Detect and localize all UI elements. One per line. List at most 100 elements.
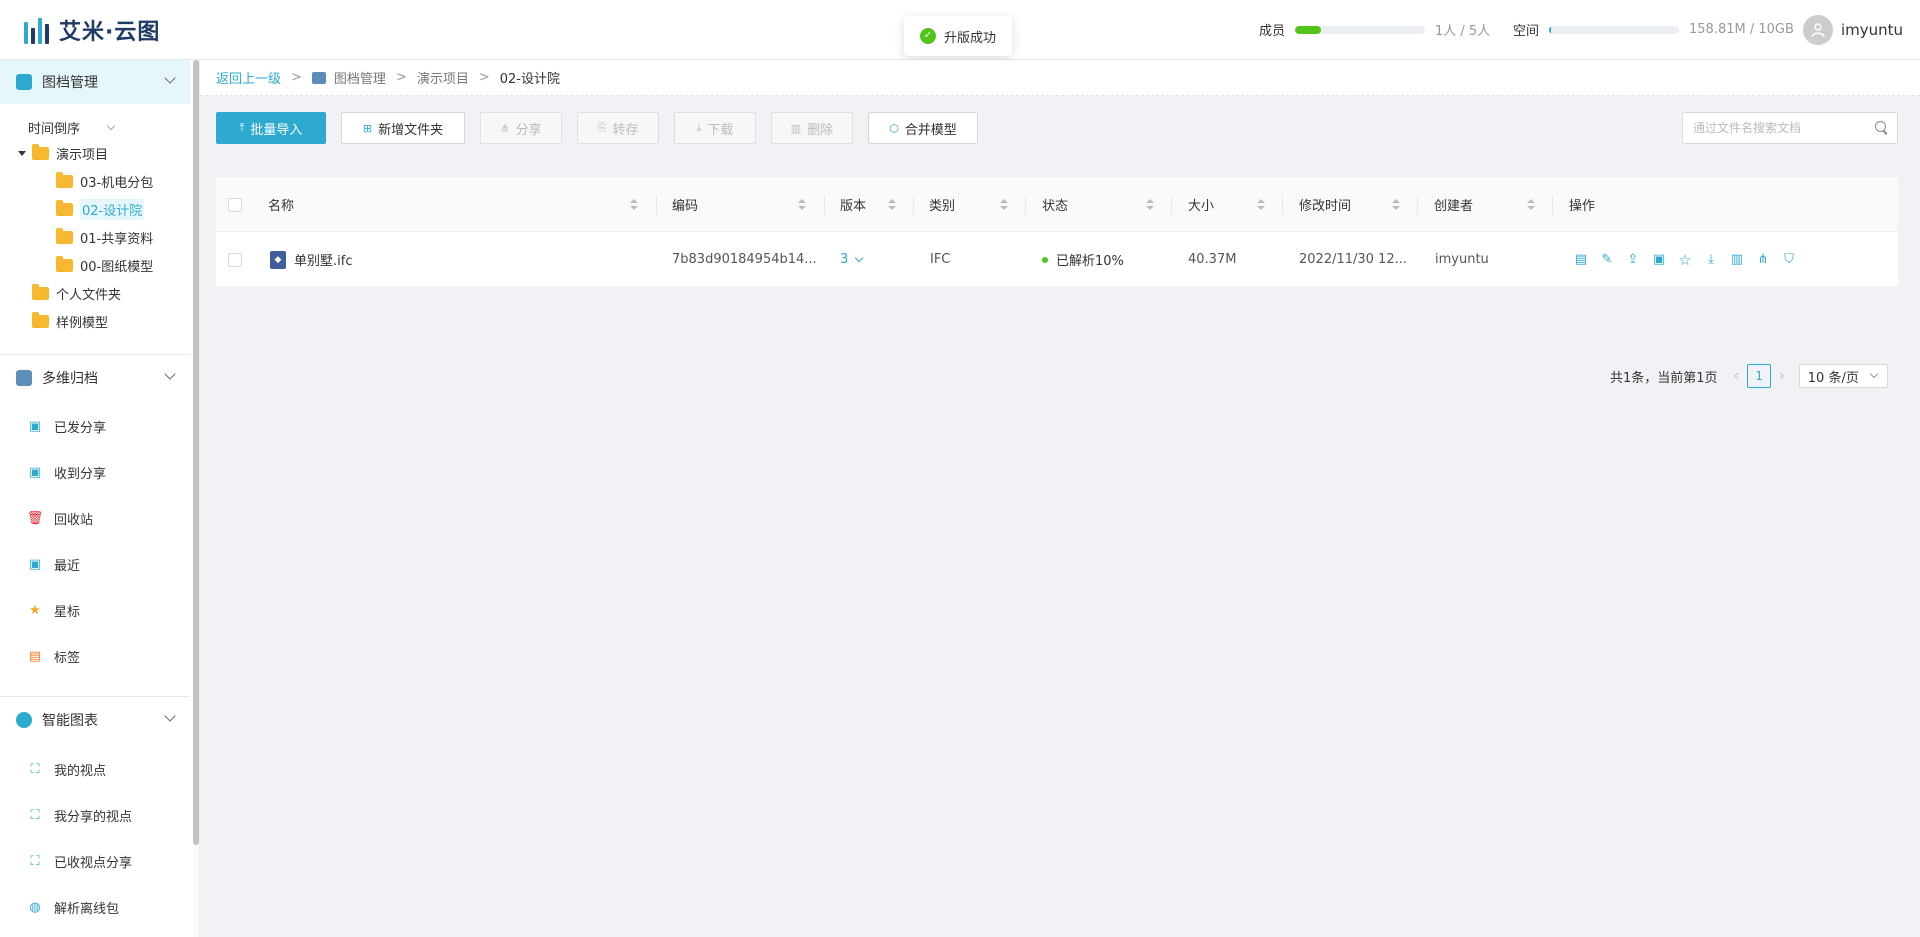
download-button[interactable]: ⤓ 下载: [674, 112, 756, 144]
new-folder-button[interactable]: ⊞ 新增文件夹: [341, 112, 465, 144]
section-label: 智能图表: [42, 713, 98, 729]
cell-code: 7b83d90184954b14...: [672, 252, 817, 267]
nav-item-sent-shares[interactable]: ▣ 已发分享: [28, 414, 106, 438]
tree-item-design-institute[interactable]: 02-设计院: [56, 198, 145, 220]
breadcrumb-item[interactable]: 图档管理: [334, 68, 386, 87]
column-header-name[interactable]: 名称: [268, 177, 294, 232]
tree-item-drawing-models[interactable]: 00-图纸模型: [56, 254, 153, 276]
sidebar-scrollbar-thumb[interactable]: [193, 60, 199, 845]
tree-item-personal-folder[interactable]: 个人文件夹: [32, 282, 121, 304]
file-name[interactable]: 单别墅.ifc: [294, 250, 352, 269]
app-logo[interactable]: 艾米·云图: [24, 14, 160, 46]
nav-item-recent[interactable]: ▣ 最近: [28, 552, 80, 576]
nav-item-shared-viewpoints[interactable]: ⛶ 我分享的视点: [28, 803, 132, 827]
sort-icon[interactable]: [1146, 199, 1154, 211]
nav-item-offline-package[interactable]: ◍ 解析离线包: [28, 895, 119, 919]
row-checkbox-cell[interactable]: [228, 232, 242, 287]
next-page-icon[interactable]: ›: [1779, 368, 1785, 384]
chevron-down-icon: [164, 710, 176, 722]
cell-version[interactable]: 3: [840, 232, 864, 287]
status-dot: [1042, 256, 1048, 263]
viewpoint-icon: ⛶: [30, 761, 40, 777]
delete-icon[interactable]: ▥: [1729, 252, 1745, 268]
shield-icon[interactable]: ⛉: [1781, 252, 1797, 268]
select-all-checkbox-cell[interactable]: [228, 177, 242, 232]
space-usage: 空间 158.81M / 10GB: [1513, 20, 1794, 39]
column-header-size[interactable]: 大小: [1188, 177, 1214, 232]
sort-icon[interactable]: [1392, 199, 1400, 211]
column-header-modified[interactable]: 修改时间: [1299, 177, 1351, 232]
section-archive-management[interactable]: 图档管理: [0, 60, 190, 104]
breadcrumb-item[interactable]: 演示项目: [417, 68, 469, 87]
nav-item-received-shares[interactable]: ▣ 收到分享: [28, 460, 106, 484]
nav-item-received-viewpoints[interactable]: ⛶ 已收视点分享: [28, 849, 132, 873]
details-icon[interactable]: ▤: [1573, 252, 1589, 268]
edit-icon[interactable]: ✎: [1599, 252, 1615, 268]
tree-item-mep-subcontract[interactable]: 03-机电分包: [56, 170, 153, 192]
section-multi-archive[interactable]: 多维归档: [0, 356, 190, 400]
tree-item-demo-project[interactable]: 演示项目: [18, 142, 108, 164]
save-as-icon[interactable]: ▣: [1651, 252, 1667, 268]
sort-icon[interactable]: [1527, 199, 1535, 211]
back-link[interactable]: 返回上一级: [216, 68, 281, 87]
column-header-creator[interactable]: 创建者: [1434, 177, 1473, 232]
archive-icon: [311, 71, 326, 84]
breadcrumb-separator: >: [478, 70, 490, 85]
nav-item-recycle-bin[interactable]: 🗑 回收站: [26, 506, 93, 530]
search-input[interactable]: [1693, 121, 1875, 135]
page-number-current[interactable]: 1: [1747, 364, 1772, 388]
space-progress-bar: [1549, 25, 1680, 34]
download-icon[interactable]: ⤓: [1703, 252, 1719, 268]
section-smart-charts[interactable]: 智能图表: [0, 698, 190, 742]
column-header-code[interactable]: 编码: [672, 177, 698, 232]
caret-down-icon[interactable]: [18, 150, 26, 156]
sort-icon[interactable]: [1257, 199, 1265, 211]
share-icon[interactable]: ⋔: [1755, 252, 1771, 268]
prev-page-icon[interactable]: ‹: [1734, 368, 1740, 384]
search-icon[interactable]: [1875, 121, 1889, 135]
delete-button[interactable]: ▥ 删除: [771, 112, 853, 144]
trash-icon: 🗑: [26, 510, 44, 526]
table-row[interactable]: ◆ 单别墅.ifc 7b83d90184954b14... 3 IFC 已解析1…: [216, 232, 1898, 287]
logo-icon: [24, 16, 49, 44]
column-header-status[interactable]: 状态: [1042, 177, 1068, 232]
batch-import-button[interactable]: ⤒ 批量导入: [216, 112, 326, 144]
sort-icon[interactable]: [798, 199, 806, 211]
share-button[interactable]: ⋔ 分享: [480, 112, 562, 144]
sort-dropdown[interactable]: 时间倒序: [28, 118, 116, 137]
column-header-actions: 操作: [1569, 199, 1596, 214]
avatar[interactable]: [1803, 15, 1833, 45]
star-icon[interactable]: ☆: [1677, 252, 1693, 268]
sort-icon[interactable]: [1000, 199, 1008, 211]
row-checkbox[interactable]: [228, 252, 242, 267]
viewpoint-icon: ⛶: [30, 853, 40, 869]
members-progress-bar: [1295, 25, 1426, 34]
transfer-button[interactable]: ⎘ 转存: [577, 112, 659, 144]
upgrade-version-icon[interactable]: ⇪: [1625, 252, 1641, 268]
check-circle-icon: ✓: [920, 28, 936, 44]
column-separator: [656, 195, 657, 215]
folder-plus-icon: ⊞: [362, 121, 373, 135]
sort-icon[interactable]: [888, 199, 896, 211]
nav-item-tags[interactable]: ▤ 标签: [28, 644, 80, 668]
user-menu[interactable]: imyuntu: [1803, 15, 1903, 45]
tree-item-sample-models[interactable]: 样例模型: [32, 310, 108, 332]
nav-item-label: 收到分享: [54, 466, 107, 482]
cell-name[interactable]: ◆ 单别墅.ifc: [270, 232, 352, 287]
sort-icon[interactable]: [630, 199, 638, 211]
nav-item-label: 已收视点分享: [54, 855, 133, 871]
nav-item-my-viewpoints[interactable]: ⛶ 我的视点: [28, 757, 106, 781]
nav-item-starred[interactable]: ★ 星标: [28, 598, 80, 622]
status-text: 已解析10%: [1056, 254, 1124, 269]
version-dropdown[interactable]: 3: [840, 252, 864, 267]
merge-model-button[interactable]: ⬡ 合并模型: [868, 112, 978, 144]
divider: [0, 354, 190, 355]
select-all-checkbox[interactable]: [228, 197, 242, 212]
user-name[interactable]: imyuntu: [1841, 21, 1903, 39]
tree-item-shared-materials[interactable]: 01-共享资料: [56, 226, 153, 248]
folder-icon: [32, 311, 49, 328]
page-size-select[interactable]: 10 条/页: [1798, 364, 1888, 388]
column-header-version[interactable]: 版本: [840, 177, 866, 232]
file-search[interactable]: [1682, 112, 1898, 144]
column-header-category[interactable]: 类别: [929, 177, 955, 232]
